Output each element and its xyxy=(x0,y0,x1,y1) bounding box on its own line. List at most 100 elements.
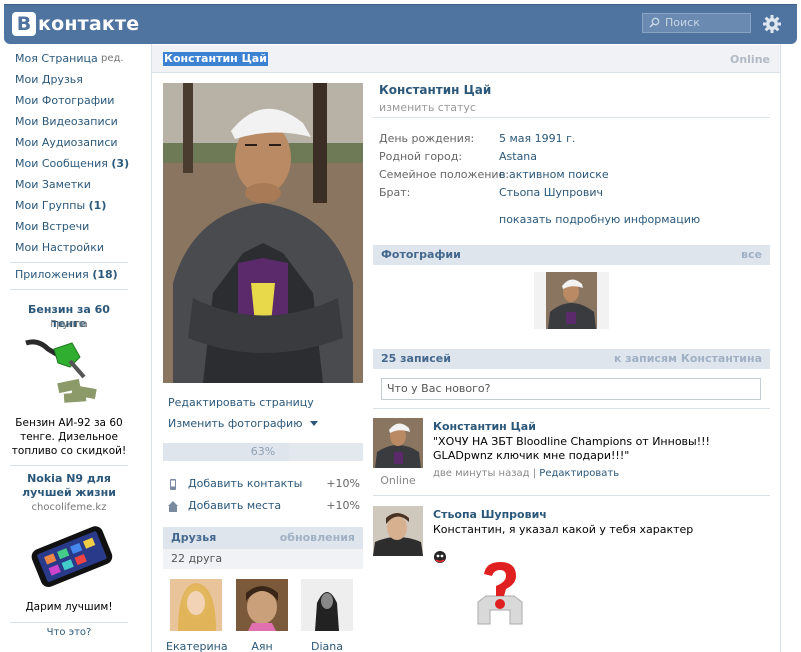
info-label-brother: Брат: xyxy=(379,186,411,199)
wall-header: 25 записей к записям Константина xyxy=(373,349,770,369)
nav-count: (3) xyxy=(111,157,130,170)
nav-my-notes[interactable]: Мои Заметки xyxy=(15,178,91,191)
add-places-percent: +10% xyxy=(326,499,360,512)
author-online-status: Online xyxy=(380,474,416,487)
smiley-icon xyxy=(434,551,446,563)
ad-text[interactable]: Дарим лучшим! xyxy=(10,600,128,614)
add-places-row[interactable]: Добавить места +10% xyxy=(168,499,360,515)
add-places-label: Добавить места xyxy=(188,499,282,512)
friend-card[interactable]: Diana xyxy=(297,579,357,652)
friend-name: Diana xyxy=(311,640,343,652)
wall-post-input[interactable]: Что у Вас нового? xyxy=(381,378,761,400)
nav-edit-link[interactable]: ред. xyxy=(101,53,124,64)
info-label-hometown: Родной город: xyxy=(379,150,463,163)
add-contacts-row[interactable]: Добавить контакты +10% xyxy=(168,477,360,493)
gear-icon[interactable] xyxy=(762,14,782,34)
nav-my-messages[interactable]: Мои Сообщения (3) xyxy=(15,157,129,170)
photos-title[interactable]: Фотографии xyxy=(381,248,461,261)
home-icon xyxy=(168,501,178,512)
phone-image[interactable] xyxy=(26,523,116,591)
photos-all-link[interactable]: все xyxy=(741,248,762,261)
info-value-birthday[interactable]: 5 мая 1991 г. xyxy=(499,132,575,145)
nav-count: (18) xyxy=(92,268,118,281)
wall-count[interactable]: 25 записей xyxy=(381,352,451,365)
profile-completion-bar: 63% xyxy=(163,443,363,461)
ad-title[interactable]: Nokia N9 для лучшей жизни xyxy=(10,472,128,500)
friend-card[interactable]: Аян xyxy=(232,579,292,652)
page-title: Константин Цай xyxy=(163,52,268,66)
photo-thumbnail[interactable] xyxy=(534,272,609,329)
fuel-nozzle-image[interactable] xyxy=(24,337,104,405)
add-contacts-label: Добавить контакты xyxy=(188,477,303,490)
post-author[interactable]: Константин Цай xyxy=(433,420,536,433)
search-input[interactable]: Поиск xyxy=(642,13,751,33)
post-time[interactable]: две минуты назад xyxy=(433,468,530,479)
nav-my-groups[interactable]: Мои Группы (1) xyxy=(15,199,106,212)
nav-my-events[interactable]: Мои Встречи xyxy=(15,220,89,233)
chevron-down-icon xyxy=(309,421,318,426)
ad-subtitle: Группа xyxy=(50,319,88,330)
profile-name: Константин Цай xyxy=(379,83,492,97)
wall-to-posts-link[interactable]: к записям Константина xyxy=(614,352,762,365)
friend-avatar xyxy=(236,579,288,631)
post-text: "ХОЧУ НА ЗБТ Bloodline Champions от Инно… xyxy=(433,435,710,462)
friends-title[interactable]: Друзья xyxy=(171,531,216,544)
profile-photo[interactable] xyxy=(163,83,363,383)
nav-my-audio[interactable]: Мои Аудиозаписи xyxy=(15,136,118,149)
friend-avatar xyxy=(301,579,353,631)
ad-text[interactable]: Бензин АИ-92 за 60 тенге. Дизельное топл… xyxy=(10,416,128,458)
nav-divider xyxy=(10,262,128,263)
friends-count[interactable]: 22 друга xyxy=(171,552,222,565)
info-value-hometown[interactable]: Astana xyxy=(499,150,537,163)
phone-icon xyxy=(170,479,176,490)
friends-header: Друзья обновления xyxy=(163,527,363,549)
search-icon xyxy=(649,17,660,28)
post-divider xyxy=(373,495,770,496)
info-label-relationship: Семейное положение: xyxy=(379,168,510,181)
nav-label: Моя Страница xyxy=(15,52,98,65)
nav-my-settings[interactable]: Мои Настройки xyxy=(15,241,104,254)
nav-label: Приложения xyxy=(15,268,89,281)
nav-my-page[interactable]: Моя Страница xyxy=(15,52,98,65)
nav-apps[interactable]: Приложения (18) xyxy=(15,268,118,281)
info-value-relationship[interactable]: в активном поиске xyxy=(499,168,609,181)
post-author-avatar[interactable] xyxy=(373,506,423,556)
friend-avatar xyxy=(170,579,222,631)
progress-label: 63% xyxy=(250,445,276,458)
friend-card[interactable]: Екатерина xyxy=(166,579,228,652)
logo-text: контакте xyxy=(38,13,140,35)
nav-my-videos[interactable]: Мои Видеозаписи xyxy=(15,115,118,128)
photos-header: Фотографии все xyxy=(373,245,770,265)
online-status: Online xyxy=(729,53,770,66)
friend-name: Аян xyxy=(251,640,273,652)
edit-page-link[interactable]: Редактировать страницу xyxy=(168,396,314,409)
nav-label: Мои Сообщения xyxy=(15,157,108,170)
logo-letter: В xyxy=(12,12,36,36)
ads-what-link[interactable]: Что это? xyxy=(10,627,128,638)
top-header: В контакте Поиск xyxy=(4,4,797,44)
post-author[interactable]: Стьопа Шупрович xyxy=(433,508,547,521)
info-divider xyxy=(373,117,770,118)
left-sidebar: Моя Страница ред. Мои Друзья Мои Фотогра… xyxy=(4,45,149,652)
wall-divider xyxy=(373,408,770,409)
nav-divider xyxy=(10,465,128,466)
nav-count: (1) xyxy=(88,199,107,212)
change-photo-link[interactable]: Изменить фотографию xyxy=(168,417,318,430)
nav-divider xyxy=(10,622,128,623)
change-photo-label: Изменить фотографию xyxy=(168,417,303,430)
info-value-brother[interactable]: Стьопа Шупрович xyxy=(499,186,603,199)
post-author-avatar[interactable] xyxy=(373,418,423,468)
info-label-birthday: День рождения: xyxy=(379,132,475,145)
nav-divider xyxy=(10,289,128,290)
question-mark-image[interactable] xyxy=(470,562,530,627)
nav-my-photos[interactable]: Мои Фотографии xyxy=(15,94,114,107)
post-meta: две минуты назад | Редактировать xyxy=(433,468,620,479)
show-more-info-link[interactable]: показать подробную информацию xyxy=(499,213,700,226)
ad-subtitle: chocolifeme.kz xyxy=(31,502,107,513)
vk-logo[interactable]: В контакте xyxy=(12,12,139,36)
nav-label: Мои Группы xyxy=(15,199,86,212)
post-edit-link[interactable]: Редактировать xyxy=(539,468,619,479)
change-status-link[interactable]: изменить статус xyxy=(379,101,476,114)
friends-updates-link[interactable]: обновления xyxy=(280,531,355,544)
nav-my-friends[interactable]: Мои Друзья xyxy=(15,73,83,86)
